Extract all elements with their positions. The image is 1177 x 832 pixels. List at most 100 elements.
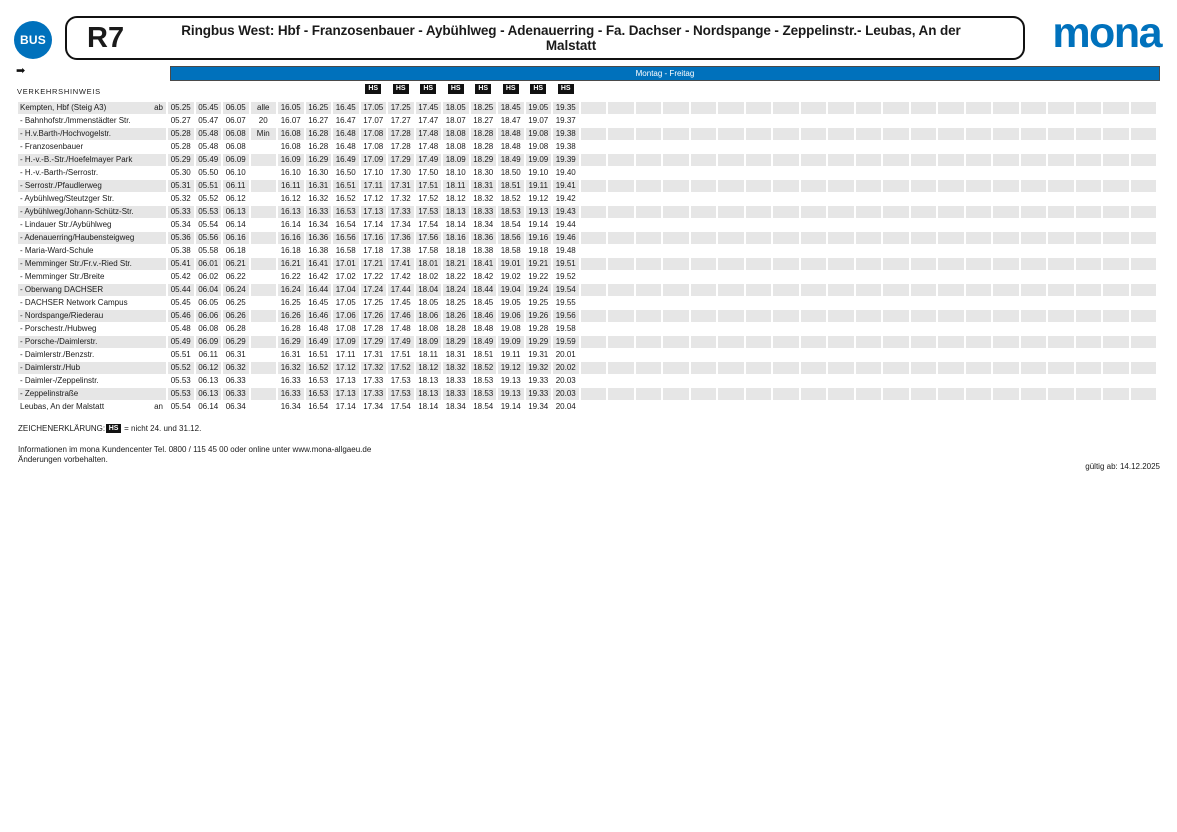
time-cell: 19.56 xyxy=(553,310,579,322)
empty-cell xyxy=(883,284,909,296)
time-cell: 18.14 xyxy=(416,401,442,413)
time-cell: 18.52 xyxy=(471,362,497,374)
empty-cell xyxy=(883,193,909,205)
empty-cell xyxy=(691,362,717,374)
empty-cell xyxy=(801,167,827,179)
frequency-cell xyxy=(251,180,277,192)
table-row: - Daimlerstr./Benzstr.05.5106.1106.3116.… xyxy=(18,349,1156,361)
time-cell: 19.14 xyxy=(498,401,524,413)
empty-cell xyxy=(1048,310,1074,322)
empty-cell xyxy=(993,375,1019,387)
time-cell: 18.44 xyxy=(471,284,497,296)
empty-cell xyxy=(636,323,662,335)
empty-cell xyxy=(663,336,689,348)
table-row: - Daimlerstr./Hub05.5206.1206.3216.3216.… xyxy=(18,362,1156,374)
empty-cell xyxy=(828,232,854,244)
frequency-cell: 20 xyxy=(251,115,277,127)
time-cell: 19.13 xyxy=(498,375,524,387)
empty-cell xyxy=(773,401,799,413)
empty-cell xyxy=(608,180,634,192)
time-cell: 17.34 xyxy=(361,401,387,413)
empty-cell xyxy=(856,388,882,400)
time-cell: 18.28 xyxy=(471,128,497,140)
bus-icon: BUS xyxy=(14,21,52,59)
empty-cell xyxy=(911,271,937,283)
empty-cell xyxy=(1131,102,1157,114)
table-row: - Nordspange/Riederau05.4606.0606.2616.2… xyxy=(18,310,1156,322)
empty-cell xyxy=(1103,154,1129,166)
empty-cell xyxy=(911,310,937,322)
time-cell: 18.36 xyxy=(471,232,497,244)
empty-cell xyxy=(691,115,717,127)
time-cell: 17.06 xyxy=(333,310,359,322)
time-cell: 05.53 xyxy=(196,206,222,218)
stop-name-cell: - Daimlerstr./Hub xyxy=(18,362,166,374)
time-cell: 17.41 xyxy=(388,258,414,270)
empty-cell xyxy=(581,388,607,400)
table-row: - Franzosenbauer05.2805.4806.0816.0816.2… xyxy=(18,141,1156,153)
time-cell: 18.42 xyxy=(471,271,497,283)
time-cell: 18.04 xyxy=(416,284,442,296)
time-cell: 06.25 xyxy=(223,297,249,309)
time-cell: 05.30 xyxy=(168,167,194,179)
empty-cell xyxy=(773,102,799,114)
time-cell: 05.56 xyxy=(196,232,222,244)
time-cell: 19.52 xyxy=(553,271,579,283)
time-cell: 18.49 xyxy=(498,154,524,166)
time-cell: 16.12 xyxy=(278,193,304,205)
empty-cell xyxy=(773,323,799,335)
stop-name-cell: - H.-v.-Barth-/Serrostr. xyxy=(18,167,166,179)
empty-cell xyxy=(746,271,772,283)
ab-an-label xyxy=(163,180,166,192)
legend-text: = nicht 24. und 31.12. xyxy=(124,424,201,433)
time-cell: 16.29 xyxy=(306,154,332,166)
empty-cell xyxy=(966,206,992,218)
time-cell: 06.16 xyxy=(223,232,249,244)
empty-cell xyxy=(773,180,799,192)
time-cell: 19.48 xyxy=(553,245,579,257)
empty-cell xyxy=(608,258,634,270)
stop-name-cell: - Zeppelinstraße xyxy=(18,388,166,400)
empty-cell xyxy=(608,115,634,127)
empty-cell xyxy=(801,245,827,257)
time-cell: 17.31 xyxy=(388,180,414,192)
empty-cell xyxy=(608,375,634,387)
empty-cell xyxy=(1048,154,1074,166)
empty-cell xyxy=(581,323,607,335)
empty-cell xyxy=(773,245,799,257)
empty-cell xyxy=(1076,167,1102,179)
empty-cell xyxy=(911,245,937,257)
frequency-cell: Min xyxy=(251,128,277,140)
frequency-cell xyxy=(251,375,277,387)
empty-cell xyxy=(608,297,634,309)
stop-name: - Aybühlweg/Steutzger Str. xyxy=(20,193,114,205)
empty-cell xyxy=(883,167,909,179)
time-cell: 19.38 xyxy=(553,141,579,153)
empty-cell xyxy=(856,323,882,335)
empty-cell xyxy=(1103,297,1129,309)
empty-cell xyxy=(1048,245,1074,257)
empty-cell xyxy=(691,180,717,192)
table-row: - Porschestr./Hubweg05.4806.0806.2816.28… xyxy=(18,323,1156,335)
time-cell: 06.12 xyxy=(223,193,249,205)
time-cell: 19.18 xyxy=(526,245,552,257)
time-cell: 19.06 xyxy=(498,310,524,322)
time-cell: 17.12 xyxy=(333,362,359,374)
empty-cell xyxy=(663,232,689,244)
time-cell: 16.34 xyxy=(278,401,304,413)
stop-name: - Memminger Str./Fr.v.-Ried Str. xyxy=(20,258,132,270)
empty-cell xyxy=(801,102,827,114)
empty-cell xyxy=(773,154,799,166)
stop-name-cell: - Aybühlweg/Johann-Schütz-Str. xyxy=(18,206,166,218)
empty-cell xyxy=(938,401,964,413)
time-cell: 06.08 xyxy=(196,323,222,335)
time-cell: 16.53 xyxy=(306,375,332,387)
empty-cell xyxy=(801,128,827,140)
empty-cell xyxy=(636,297,662,309)
empty-cell xyxy=(993,206,1019,218)
time-cell: 18.28 xyxy=(471,141,497,153)
stop-name: Kempten, Hbf (Steig A3) xyxy=(20,102,106,114)
time-cell: 17.30 xyxy=(388,167,414,179)
empty-cell xyxy=(1131,232,1157,244)
empty-cell xyxy=(746,258,772,270)
